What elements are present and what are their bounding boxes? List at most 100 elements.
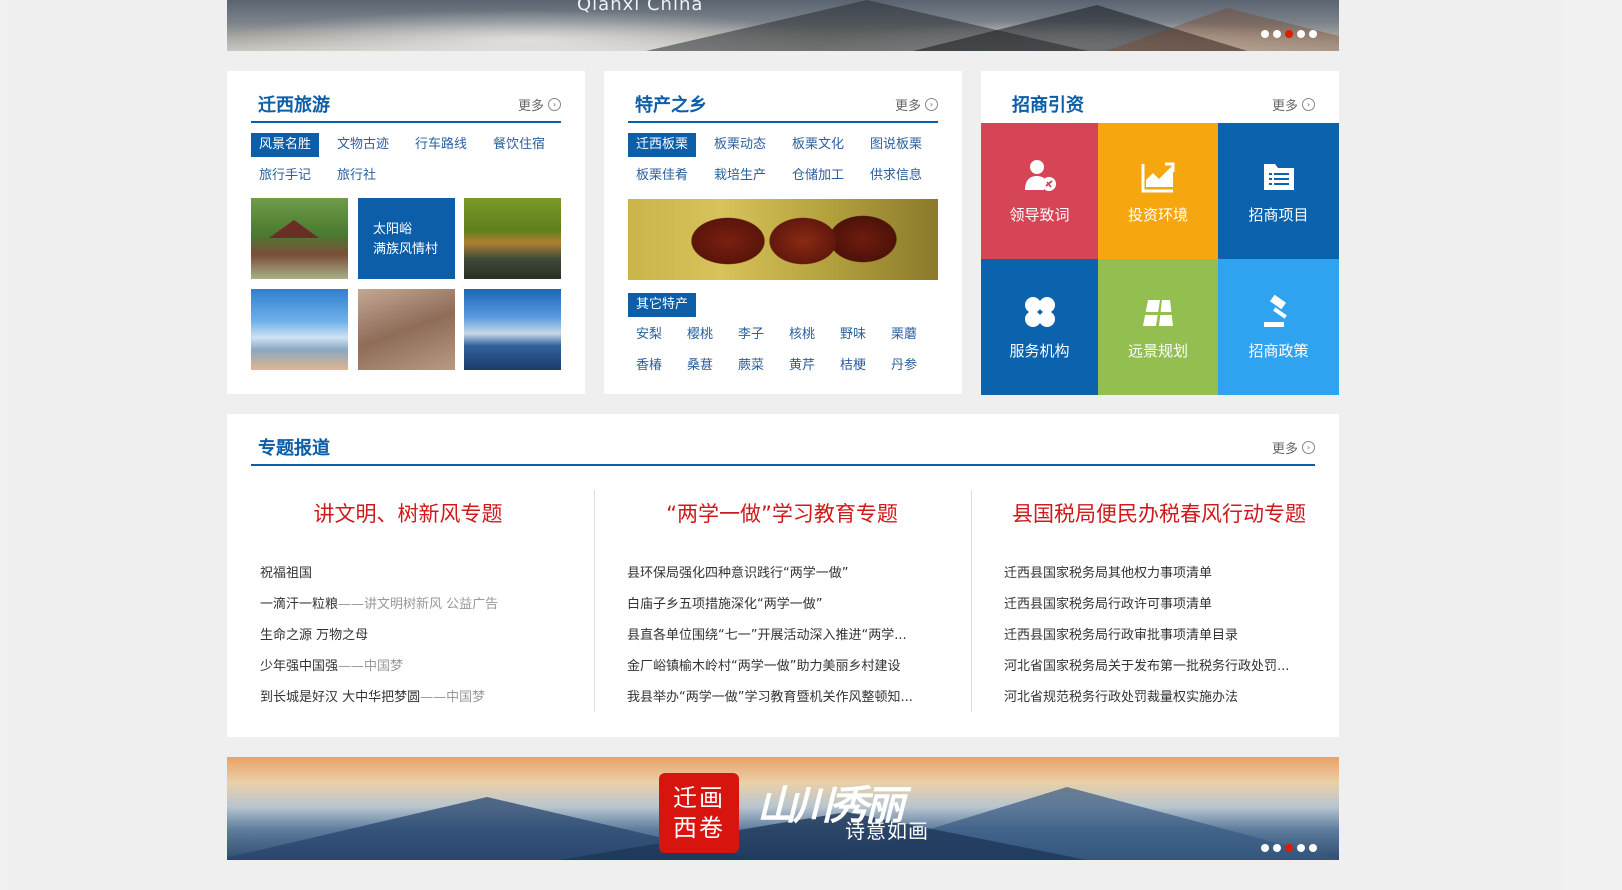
chart-icon (1140, 158, 1176, 194)
tile-investment-projects[interactable]: 招商项目 (1218, 123, 1339, 259)
topic-item[interactable]: 县环保局强化四种意识践行“两学一做” (627, 558, 937, 589)
topic-item[interactable]: 河北省规范税务行政处罚裁量权实施办法 (1004, 682, 1314, 713)
tile-label: 招商政策 (1248, 341, 1309, 360)
tourism-header: 迁西旅游 更多 › (251, 91, 561, 123)
tab-travel-notes[interactable]: 旅行手记 (251, 164, 319, 188)
topic-item[interactable]: 少年强中国强——中国梦 (260, 651, 556, 682)
specialty-card: 特产之乡 更多 › 迁西板栗 板栗动态 板栗文化 图说板栗 板栗佳肴 栽培生产 … (604, 71, 962, 394)
feature-tile-taiyangyu[interactable]: 太阳峪 满族风情村 (358, 198, 455, 279)
tab-chestnut-news[interactable]: 板栗动态 (706, 133, 774, 157)
more-label: 更多 (894, 99, 921, 114)
scenic-photo-sculpture[interactable] (358, 289, 455, 370)
product-link[interactable]: 安梨 (628, 323, 679, 347)
topic-column-tax: 县国税局便民办税春风行动专题 迁西县国家税务局其他权力事项清单 迁西县国家税务局… (1004, 490, 1314, 712)
carousel-dot[interactable] (1297, 844, 1305, 852)
tab-chestnut-dishes[interactable]: 板栗佳肴 (628, 164, 696, 188)
topic-item[interactable]: 河北省国家税务局关于发布第一批税务行政处罚... (1004, 651, 1314, 682)
product-link[interactable]: 桔梗 (832, 354, 883, 378)
topic-title[interactable]: 县国税局便民办税春风行动专题 (1004, 498, 1314, 528)
banner-slogan: 诗意如画 (845, 819, 929, 843)
product-link[interactable]: 蕨菜 (730, 354, 781, 378)
tab-storage-processing[interactable]: 仓储加工 (784, 164, 852, 188)
tourism-title: 迁西旅游 (258, 95, 330, 116)
tab-dining-lodging[interactable]: 餐饮住宿 (485, 133, 553, 157)
carousel-dot[interactable] (1261, 844, 1269, 852)
product-link[interactable]: 野味 (832, 323, 883, 347)
column-divider (594, 490, 595, 712)
carousel-dot[interactable] (1309, 844, 1317, 852)
top-banner[interactable]: Qianxi China (227, 0, 1339, 51)
carousel-dot-active[interactable] (1285, 30, 1293, 38)
carousel-dot-active[interactable] (1285, 844, 1293, 852)
product-link[interactable]: 核桃 (781, 323, 832, 347)
tile-label: 投资环境 (1127, 205, 1188, 224)
other-specialties-label[interactable]: 其它特产 (628, 293, 697, 317)
tab-chestnut-culture[interactable]: 板栗文化 (784, 133, 852, 157)
topics-more-link[interactable]: 更多 › (1272, 438, 1315, 457)
topic-item[interactable]: 迁西县国家税务局行政许可事项清单 (1004, 589, 1314, 620)
topic-item[interactable]: 县直各单位围绕“七一”开展活动深入推进“两学... (627, 620, 937, 651)
product-link[interactable]: 樱桃 (679, 323, 730, 347)
scenic-photo-mountain-lake[interactable] (464, 289, 561, 370)
topic-title[interactable]: 讲文明、树新风专题 (260, 498, 556, 528)
topic-item[interactable]: 白庙子乡五项措施深化“两学一做” (627, 589, 937, 620)
product-link[interactable]: 桑葚 (679, 354, 730, 378)
chestnut-photo[interactable] (628, 199, 938, 280)
carousel-dot[interactable] (1273, 844, 1281, 852)
scenic-photo-great-wall-lake[interactable] (251, 289, 348, 370)
tile-label: 领导致词 (1009, 205, 1070, 224)
column-divider (971, 490, 972, 712)
topic-item[interactable]: 金厂峪镇榆木岭村“两学一做”助力美丽乡村建设 (627, 651, 937, 682)
tab-driving-routes[interactable]: 行车路线 (407, 133, 475, 157)
topic-column-two-learn: “两学一做”学习教育专题 县环保局强化四种意识践行“两学一做” 白庙子乡五项措施… (627, 490, 937, 712)
tile-long-term-plan[interactable]: 远景规划 (1098, 259, 1218, 395)
tile-service-agencies[interactable]: 服务机构 (981, 259, 1098, 395)
product-link[interactable]: 黄芹 (781, 354, 832, 378)
topic-item[interactable]: 我县举办“两学一做”学习教育暨机关作风整顿知... (627, 682, 937, 713)
tile-investment-policy[interactable]: 招商政策 (1218, 259, 1339, 395)
more-label: 更多 (1271, 99, 1298, 114)
topic-list: 迁西县国家税务局其他权力事项清单 迁西县国家税务局行政许可事项清单 迁西县国家税… (1004, 558, 1314, 713)
product-link[interactable]: 香椿 (628, 354, 679, 378)
topic-item[interactable]: 迁西县国家税务局行政审批事项清单目录 (1004, 620, 1314, 651)
specialty-header: 特产之乡 更多 › (628, 91, 938, 123)
topics-header: 专题报道 更多 › (251, 434, 1315, 466)
tile-investment-environment[interactable]: 投资环境 (1098, 123, 1218, 259)
investment-title: 招商引资 (1012, 95, 1084, 116)
tab-supply-demand[interactable]: 供求信息 (862, 164, 930, 188)
product-link[interactable]: 丹参 (883, 354, 934, 378)
carousel-dot[interactable] (1297, 30, 1305, 38)
topic-item[interactable]: 生命之源 万物之母 (260, 620, 556, 651)
chevron-right-circle-icon: › (1302, 98, 1315, 111)
carousel-dot[interactable] (1261, 30, 1269, 38)
topic-title[interactable]: “两学一做”学习教育专题 (627, 498, 937, 528)
specialty-more-link[interactable]: 更多 › (895, 95, 938, 114)
scenic-photo-lake-forest[interactable] (464, 198, 561, 279)
tab-relics[interactable]: 文物古迹 (329, 133, 397, 157)
feature-line-2: 满族风情村 (373, 242, 439, 257)
tab-chestnut-pictures[interactable]: 图说板栗 (862, 133, 930, 157)
more-label: 更多 (517, 99, 544, 114)
tile-label: 招商项目 (1248, 205, 1309, 224)
tourism-more-link[interactable]: 更多 › (518, 95, 561, 114)
other-specialties-list: 安梨 樱桃 李子 核桃 野味 栗蘑 香椿 桑葚 蕨菜 黄芹 桔梗 丹参 (628, 323, 934, 378)
topic-item[interactable]: 一滴汗一粒粮——讲文明树新风 公益广告 (260, 589, 556, 620)
tab-scenic-spots[interactable]: 风景名胜 (251, 133, 320, 157)
tile-leader-speech[interactable]: 领导致词 (981, 123, 1098, 259)
carousel-dot[interactable] (1273, 30, 1281, 38)
product-link[interactable]: 李子 (730, 323, 781, 347)
folder-list-icon (1261, 158, 1297, 194)
investment-more-link[interactable]: 更多 › (1272, 95, 1315, 114)
bottom-banner[interactable]: 迁画 西卷 山川秀丽 诗意如画 (227, 757, 1339, 860)
scenic-photo-pavilion[interactable] (251, 198, 348, 279)
tab-travel-agency[interactable]: 旅行社 (329, 164, 384, 188)
seal-stamp: 迁画 西卷 (659, 773, 739, 853)
topic-item[interactable]: 迁西县国家税务局其他权力事项清单 (1004, 558, 1314, 589)
topic-item[interactable]: 到长城是好汉 大中华把梦圆——中国梦 (260, 682, 556, 713)
tab-qianxi-chestnut[interactable]: 迁西板栗 (628, 133, 697, 157)
carousel-dot[interactable] (1309, 30, 1317, 38)
topic-item[interactable]: 祝福祖国 (260, 558, 556, 589)
tab-cultivation[interactable]: 栽培生产 (706, 164, 774, 188)
product-link[interactable]: 栗蘑 (883, 323, 934, 347)
more-label: 更多 (1271, 442, 1298, 457)
